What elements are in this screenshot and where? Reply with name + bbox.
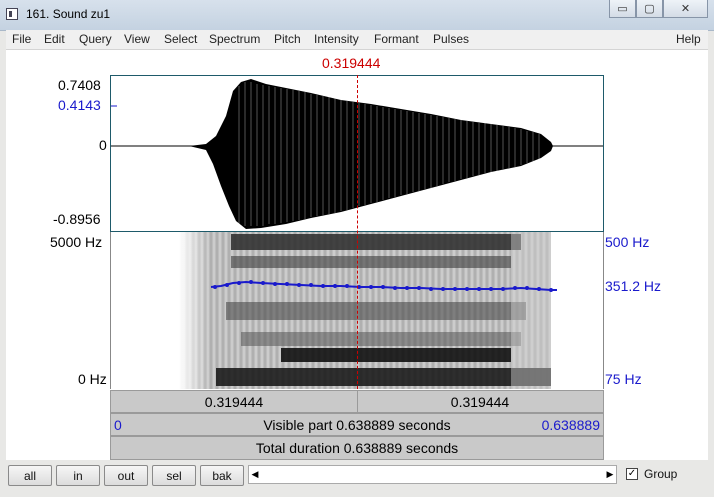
visible-part-text: Visible part 0.638889 seconds [263,416,451,433]
spectrogram-top-freq: 5000 Hz [50,234,103,250]
title-bar: 161. Sound zu1 ▭ ▢ ✕ [0,0,714,31]
pitch-value-label: 351.2 Hz [605,278,662,294]
pitch-top-label: 500 Hz [605,234,650,250]
menu-file[interactable]: File [12,32,31,46]
selection-time-bar: 0.319444 0.319444 [110,390,604,413]
menu-edit[interactable]: Edit [44,32,65,46]
zoom-selection-button[interactable]: sel [152,465,196,486]
total-duration-bar[interactable]: Total duration 0.638889 seconds [110,436,604,460]
waveform-cursor-value: 0.4143 [58,97,101,113]
menu-spectrum[interactable]: Spectrum [209,32,260,46]
menu-help[interactable]: Help [676,32,701,46]
visible-part-bar[interactable]: 0 Visible part 0.638889 seconds 0.638889 [110,413,604,436]
app-icon [6,8,18,20]
close-button[interactable]: ✕ [663,0,708,18]
left-part-cell[interactable]: 0.319444 [111,391,358,412]
zoom-out-button[interactable]: out [104,465,148,486]
group-checkbox[interactable]: ✓ [626,468,638,480]
all-button[interactable]: all [8,465,52,486]
zoom-in-button[interactable]: in [56,465,100,486]
cursor-line [357,75,358,389]
menu-select[interactable]: Select [164,32,197,46]
pitch-bottom-label: 75 Hz [605,371,642,387]
zoom-back-button[interactable]: bak [200,465,244,486]
menu-bar: File Edit Query View Select Spectrum Pit… [6,30,708,50]
minimize-button[interactable]: ▭ [609,0,636,18]
window-title: 161. Sound zu1 [26,7,111,21]
cursor-time-label: 0.319444 [322,55,381,71]
maximize-button[interactable]: ▢ [636,0,663,18]
waveform-min-label: -0.8956 [53,211,101,227]
waveform-max-label: 0.7408 [58,77,101,93]
visible-end-label: 0.638889 [541,417,600,433]
scroll-right-icon[interactable]: ▶ [604,466,616,483]
menu-query[interactable]: Query [79,32,112,46]
bottom-toolbar: all in out sel bak ◀ ▶ ✓ Group [0,460,714,497]
spectrogram-bottom-freq: 0 Hz [78,371,107,387]
waveform-zero-label: 0 [99,137,107,153]
menu-formant[interactable]: Formant [374,32,419,46]
menu-pitch[interactable]: Pitch [274,32,301,46]
group-label: Group [644,467,678,481]
right-part-cell[interactable]: 0.319444 [357,391,603,412]
menu-intensity[interactable]: Intensity [314,32,359,46]
horizontal-scrollbar[interactable]: ◀ ▶ [248,465,617,484]
scroll-left-icon[interactable]: ◀ [249,466,261,483]
menu-view[interactable]: View [124,32,150,46]
total-duration-text: Total duration 0.638889 seconds [255,440,459,456]
menu-pulses[interactable]: Pulses [433,32,469,46]
